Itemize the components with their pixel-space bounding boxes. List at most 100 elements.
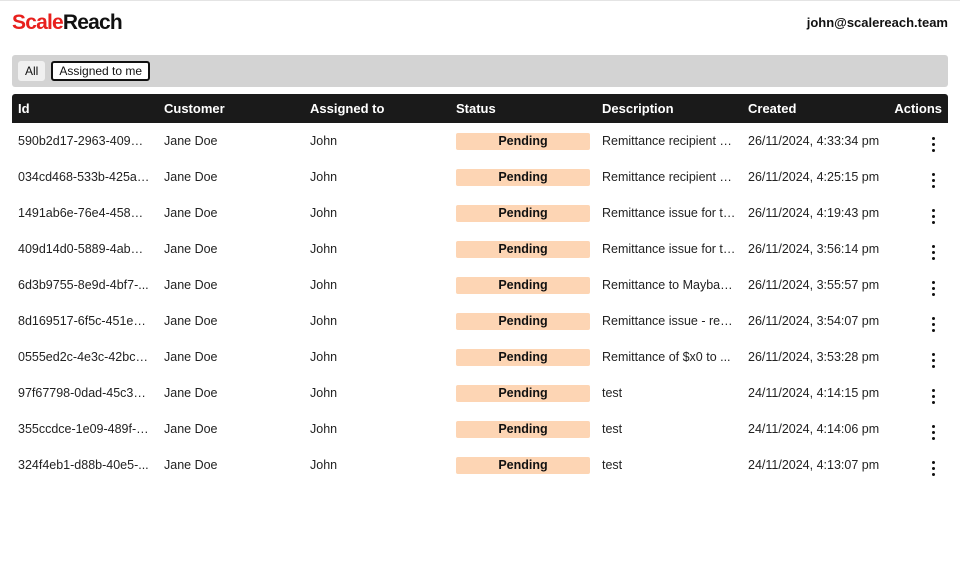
- cell-id[interactable]: 8d169517-6f5c-451e-a...: [12, 314, 158, 328]
- status-badge: Pending: [456, 204, 590, 222]
- cell-status: Pending: [450, 132, 596, 150]
- cell-created: 26/11/2024, 3:53:28 pm: [748, 350, 880, 364]
- cell-status: Pending: [450, 276, 596, 294]
- table-row[interactable]: 97f67798-0dad-45c3-a... Jane Doe John Pendi…: [12, 375, 948, 411]
- cell-actions: [888, 275, 948, 298]
- cell-id[interactable]: 034cd468-533b-425a-...: [12, 170, 158, 184]
- cell-created: 24/11/2024, 4:14:06 pm: [748, 422, 880, 436]
- logo-part-reach: Reach: [62, 10, 123, 34]
- cell-created: 26/11/2024, 3:56:14 pm: [748, 242, 880, 256]
- user-email[interactable]: john@scalereach.team: [807, 15, 948, 30]
- cell-created: 26/11/2024, 3:54:07 pm: [748, 314, 880, 328]
- tickets-table: Id Customer Assigned to Status Descripti…: [12, 94, 948, 483]
- cell-customer: Jane Doe: [164, 386, 218, 400]
- cell-customer: Jane Doe: [164, 242, 218, 256]
- kebab-menu-icon[interactable]: [924, 278, 942, 298]
- cell-assigned-to: John: [310, 458, 338, 472]
- table-row[interactable]: 8d169517-6f5c-451e-a... Jane Doe John Pendi…: [12, 303, 948, 339]
- cell-assigned-to: John: [310, 170, 338, 184]
- cell-assigned-to: John: [310, 242, 338, 256]
- filter-bar: All Assigned to me: [12, 55, 948, 87]
- kebab-menu-icon[interactable]: [924, 458, 942, 478]
- status-badge: Pending: [456, 240, 590, 258]
- table-row[interactable]: 0555ed2c-4e3c-42bc-... Jane Doe John Pendin…: [12, 339, 948, 375]
- cell-id[interactable]: 355ccdce-1e09-489f-9...: [12, 422, 158, 436]
- cell-description: test: [602, 386, 623, 400]
- kebab-menu-icon[interactable]: [924, 170, 942, 190]
- cell-description: test: [602, 458, 623, 472]
- kebab-menu-icon[interactable]: [924, 314, 942, 334]
- cell-actions: [888, 167, 948, 190]
- kebab-menu-icon[interactable]: [924, 134, 942, 154]
- status-badge: Pending: [456, 420, 590, 438]
- cell-description: Remittance issue for tr...: [602, 242, 737, 256]
- status-badge: Pending: [456, 348, 590, 366]
- status-badge: Pending: [456, 456, 590, 474]
- cell-actions: [888, 239, 948, 262]
- cell-customer: Jane Doe: [164, 134, 218, 148]
- cell-customer: Jane Doe: [164, 170, 218, 184]
- status-badge: Pending: [456, 276, 590, 294]
- kebab-menu-icon[interactable]: [924, 386, 942, 406]
- table-row[interactable]: 1491ab6e-76e4-4580-... Jane Doe John Pendin…: [12, 195, 948, 231]
- top-divider: [0, 0, 960, 1]
- table-row[interactable]: 6d3b9755-8e9d-4bf7-... Jane Doe John Pendin…: [12, 267, 948, 303]
- cell-id[interactable]: 97f67798-0dad-45c3-a...: [12, 386, 158, 400]
- cell-status: Pending: [450, 348, 596, 366]
- cell-assigned-to: John: [310, 134, 338, 148]
- status-badge: Pending: [456, 384, 590, 402]
- column-header-description[interactable]: Description: [596, 101, 742, 116]
- cell-customer: Jane Doe: [164, 206, 218, 220]
- cell-created: 26/11/2024, 3:55:57 pm: [748, 278, 880, 292]
- column-header-created[interactable]: Created: [742, 101, 888, 116]
- cell-actions: [888, 203, 948, 226]
- table-row[interactable]: 355ccdce-1e09-489f-9... Jane Doe John Pendi…: [12, 411, 948, 447]
- cell-id[interactable]: 0555ed2c-4e3c-42bc-...: [12, 350, 158, 364]
- table-row[interactable]: 409d14d0-5889-4ab8-... Jane Doe John Pendin…: [12, 231, 948, 267]
- cell-actions: [888, 131, 948, 154]
- cell-description: Remittance to Mayban...: [602, 278, 738, 292]
- cell-description: Remittance recipient cl...: [602, 170, 739, 184]
- status-badge: Pending: [456, 168, 590, 186]
- kebab-menu-icon[interactable]: [924, 422, 942, 442]
- cell-id[interactable]: 1491ab6e-76e4-4580-...: [12, 206, 158, 220]
- cell-description: test: [602, 422, 623, 436]
- table-row[interactable]: 034cd468-533b-425a-... Jane Doe John Pendin…: [12, 159, 948, 195]
- filter-assigned-to-me-button[interactable]: Assigned to me: [51, 61, 151, 81]
- column-header-assigned-to[interactable]: Assigned to: [304, 101, 450, 116]
- cell-status: Pending: [450, 204, 596, 222]
- cell-description: Remittance issue for tr...: [602, 206, 737, 220]
- cell-customer: Jane Doe: [164, 458, 218, 472]
- cell-assigned-to: John: [310, 278, 338, 292]
- cell-description: Remittance of $x0 to ...: [602, 350, 731, 364]
- cell-assigned-to: John: [310, 314, 338, 328]
- cell-customer: Jane Doe: [164, 314, 218, 328]
- cell-assigned-to: John: [310, 206, 338, 220]
- cell-description: Remittance recipient cl...: [602, 134, 739, 148]
- cell-id[interactable]: 409d14d0-5889-4ab8-...: [12, 242, 158, 256]
- kebab-menu-icon[interactable]: [924, 206, 942, 226]
- column-header-id[interactable]: Id: [12, 101, 158, 116]
- cell-assigned-to: John: [310, 422, 338, 436]
- cell-id[interactable]: 6d3b9755-8e9d-4bf7-...: [12, 278, 158, 292]
- column-header-customer[interactable]: Customer: [158, 101, 304, 116]
- cell-actions: [888, 311, 948, 334]
- cell-created: 24/11/2024, 4:14:15 pm: [748, 386, 880, 400]
- logo[interactable]: ScaleReach: [12, 10, 123, 34]
- cell-status: Pending: [450, 168, 596, 186]
- table-row[interactable]: 324f4eb1-d88b-40e5-... Jane Doe John Pendin…: [12, 447, 948, 483]
- kebab-menu-icon[interactable]: [924, 350, 942, 370]
- status-badge: Pending: [456, 312, 590, 330]
- cell-created: 26/11/2024, 4:19:43 pm: [748, 206, 880, 220]
- filter-all-button[interactable]: All: [18, 61, 46, 81]
- cell-id[interactable]: 590b2d17-2963-4097-...: [12, 134, 158, 148]
- table-row[interactable]: 590b2d17-2963-4097-... Jane Doe John Pendin…: [12, 123, 948, 159]
- cell-status: Pending: [450, 420, 596, 438]
- cell-status: Pending: [450, 312, 596, 330]
- column-header-status[interactable]: Status: [450, 101, 596, 116]
- cell-status: Pending: [450, 384, 596, 402]
- table-header: Id Customer Assigned to Status Descripti…: [12, 94, 948, 123]
- column-header-actions: Actions: [894, 101, 942, 116]
- cell-id[interactable]: 324f4eb1-d88b-40e5-...: [12, 458, 158, 472]
- kebab-menu-icon[interactable]: [924, 242, 942, 262]
